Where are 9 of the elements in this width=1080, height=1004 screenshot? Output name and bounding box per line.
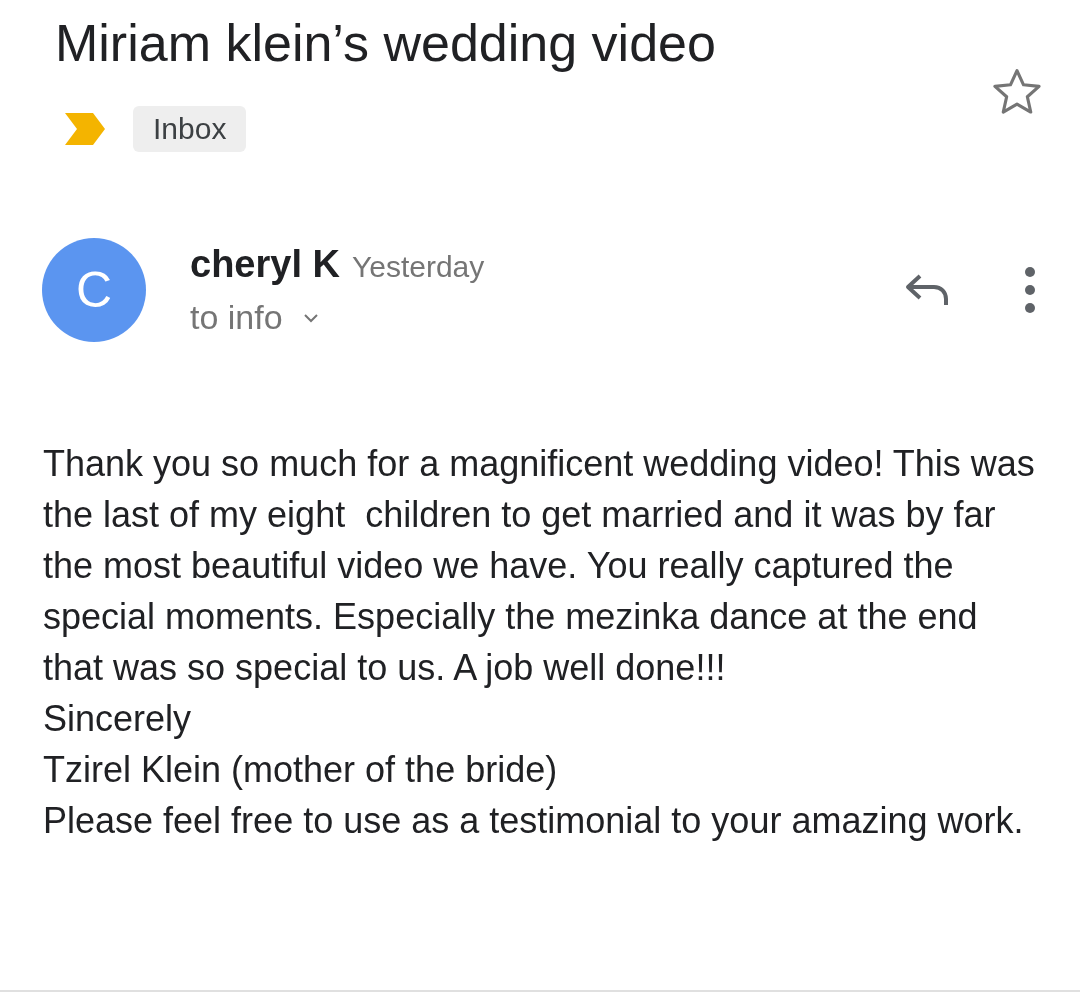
sender-name: cheryl K xyxy=(190,243,340,285)
label-chip[interactable]: Inbox xyxy=(133,106,247,152)
message-body: Thank you so much for a magnificent wedding video! This was the last of my eight children to get married and it was by far the most beautiful video we have. You really captured the special moments. Especially the mezinka dance at the end that was so special to us. A job well done!!! Sincerely Tzirel Klein (mother of the bride) Please feel free to use as a testimonial to your amazing work. xyxy=(43,442,1036,843)
avatar: C xyxy=(42,238,146,342)
message-time: Yesterday xyxy=(351,250,485,283)
importance-marker-icon[interactable] xyxy=(63,111,107,147)
recipient-text: to info xyxy=(190,298,283,337)
email-subject: Miriam klein’s wedding video xyxy=(55,13,716,74)
more-options-icon[interactable] xyxy=(1024,266,1036,314)
